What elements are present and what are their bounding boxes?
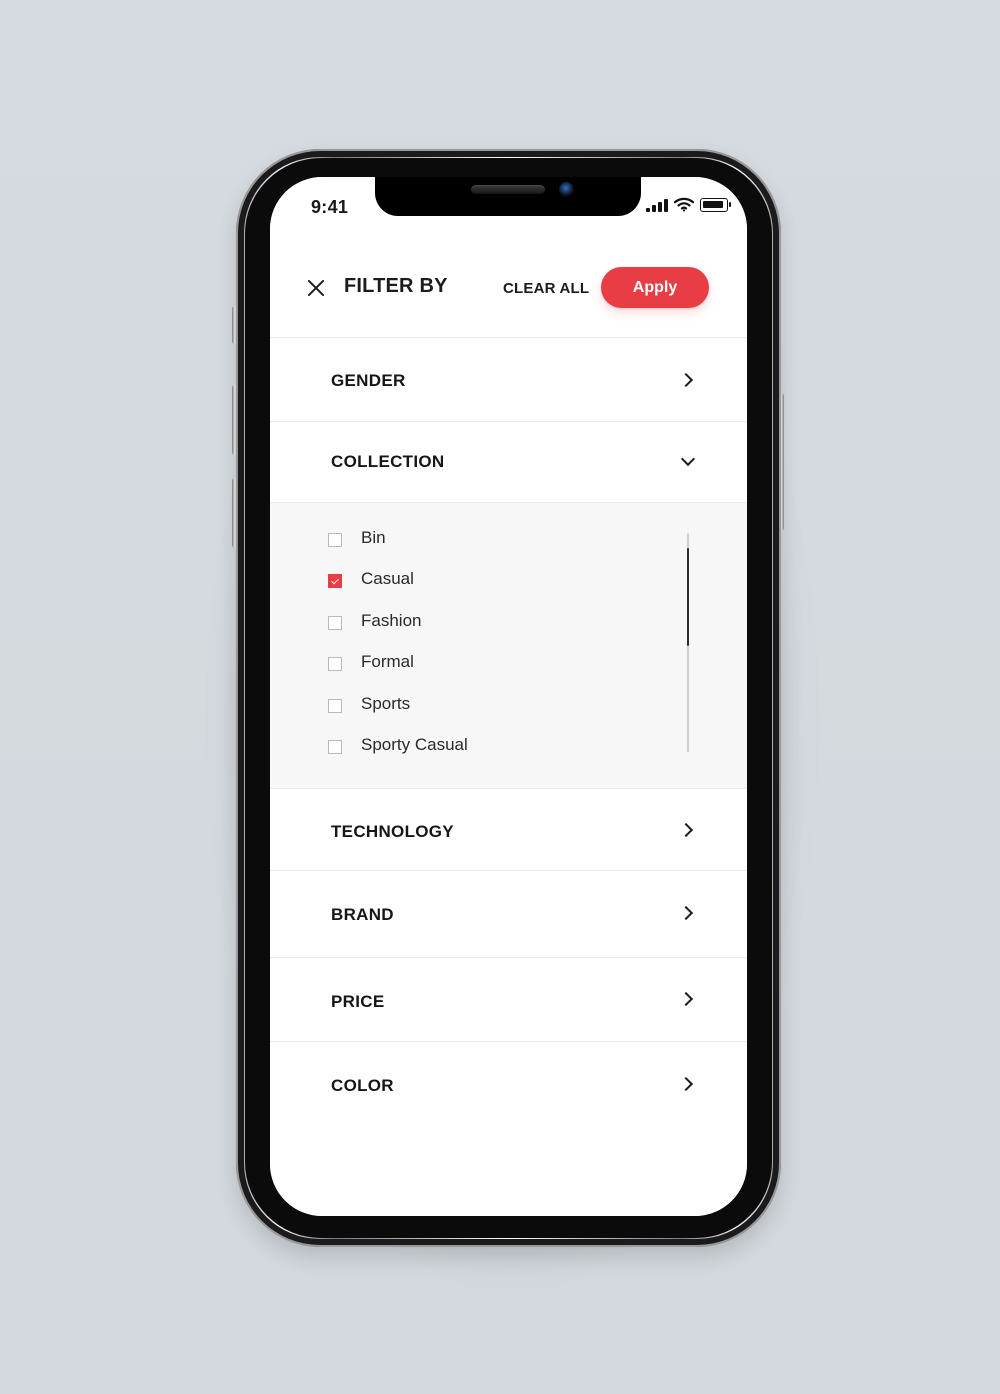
- filter-header: FILTER BY CLEAR ALL Apply: [270, 231, 747, 338]
- chevron-right-icon: [678, 905, 694, 921]
- phone-screen: 9:41 FILTER BY CLEAR ALL Apply GENDER CO…: [270, 177, 747, 1216]
- chevron-down-icon: [680, 451, 696, 467]
- collection-scrollbar[interactable]: [687, 533, 689, 752]
- battery-icon: [700, 197, 731, 212]
- section-label: BRAND: [331, 905, 394, 924]
- checkbox-unchecked-icon[interactable]: [328, 657, 342, 671]
- checkbox-unchecked-icon[interactable]: [328, 616, 342, 630]
- option-label: Sporty Casual: [361, 735, 468, 754]
- status-bar: 9:41: [270, 177, 747, 231]
- filter-section-color[interactable]: COLOR: [270, 1042, 747, 1126]
- chevron-right-icon: [678, 822, 694, 838]
- section-label: PRICE: [331, 992, 385, 1011]
- scrollbar-thumb[interactable]: [687, 548, 689, 646]
- filter-section-technology[interactable]: TECHNOLOGY: [270, 789, 747, 871]
- section-label: COLLECTION: [331, 452, 445, 471]
- page-title: FILTER BY: [344, 275, 448, 297]
- option-label: Sports: [361, 694, 411, 713]
- chevron-right-icon: [678, 991, 694, 1007]
- section-label: TECHNOLOGY: [331, 822, 454, 841]
- status-icons: [646, 197, 731, 212]
- speaker-grille: [471, 185, 545, 194]
- phone-notch: [375, 177, 641, 216]
- close-icon[interactable]: [304, 276, 328, 300]
- section-label: GENDER: [331, 371, 406, 390]
- checkbox-unchecked-icon[interactable]: [328, 533, 342, 547]
- option-label: Formal: [361, 652, 414, 671]
- checkbox-unchecked-icon[interactable]: [328, 699, 342, 713]
- status-time: 9:41: [311, 197, 349, 217]
- filter-section-price[interactable]: PRICE: [270, 958, 747, 1042]
- section-label: COLOR: [331, 1076, 394, 1095]
- checkbox-unchecked-icon[interactable]: [328, 740, 342, 754]
- option-label: Bin: [361, 528, 386, 547]
- apply-button[interactable]: Apply: [601, 267, 709, 308]
- signal-icon: [646, 198, 668, 212]
- collection-options-panel: Bin Casual Fashion Formal Sports Sporty …: [270, 503, 747, 789]
- chevron-right-icon: [678, 1076, 694, 1092]
- filter-section-brand[interactable]: BRAND: [270, 871, 747, 958]
- chevron-right-icon: [678, 372, 694, 388]
- clear-all-button[interactable]: CLEAR ALL: [503, 280, 589, 297]
- option-label: Casual: [361, 569, 414, 588]
- front-camera: [559, 182, 574, 197]
- checkbox-checked-icon[interactable]: [328, 574, 342, 588]
- mockup-scene: 9:41 FILTER BY CLEAR ALL Apply GENDER CO…: [0, 0, 1000, 1394]
- wifi-icon: [674, 197, 694, 212]
- filter-screen: FILTER BY CLEAR ALL Apply GENDER COLLECT…: [270, 231, 747, 1216]
- filter-section-gender[interactable]: GENDER: [270, 338, 747, 422]
- filter-section-collection[interactable]: COLLECTION: [270, 422, 747, 503]
- option-label: Fashion: [361, 611, 422, 630]
